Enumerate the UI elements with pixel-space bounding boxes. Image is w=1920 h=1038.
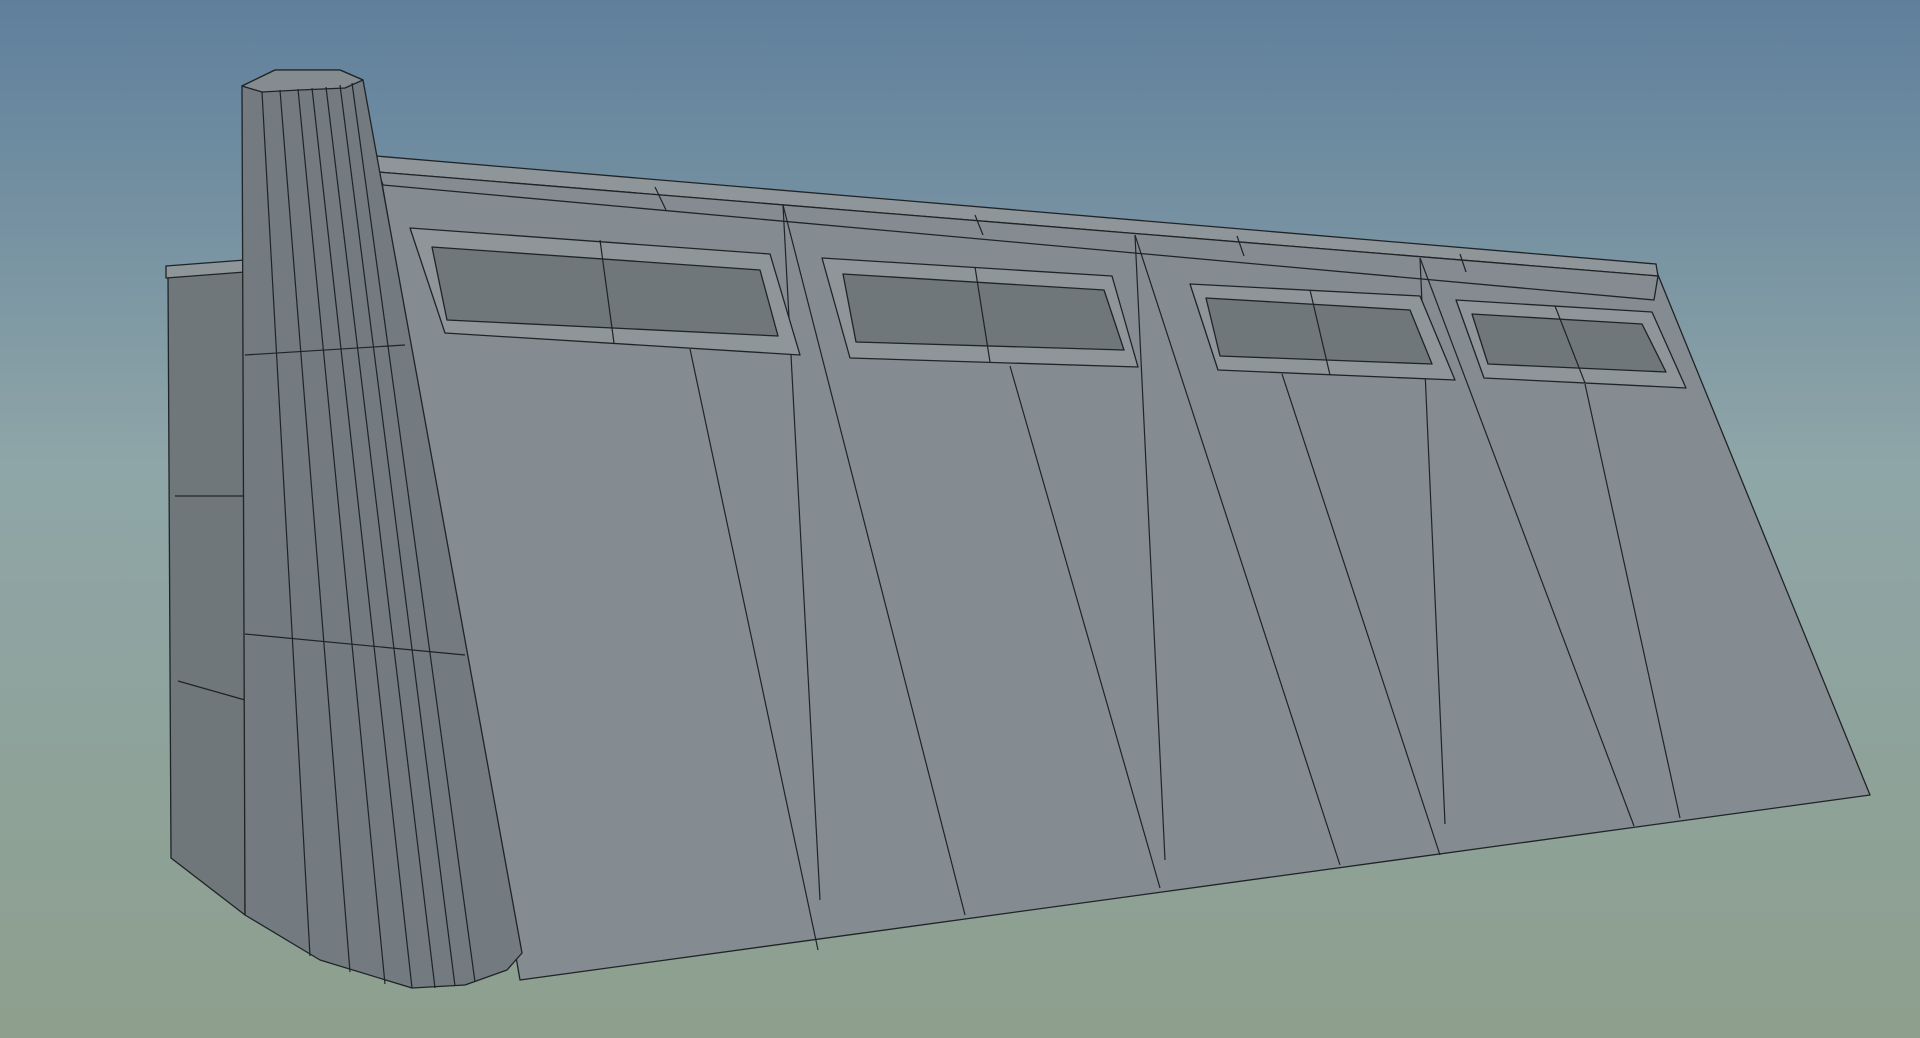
- scene-canvas[interactable]: [0, 0, 1920, 1038]
- 3d-viewport[interactable]: [0, 0, 1920, 1038]
- window-bay-4[interactable]: [1455, 299, 1687, 389]
- left-side-wall[interactable]: [167, 267, 246, 916]
- window-bay-3[interactable]: [1189, 283, 1456, 381]
- window-bay-2[interactable]: [821, 257, 1139, 368]
